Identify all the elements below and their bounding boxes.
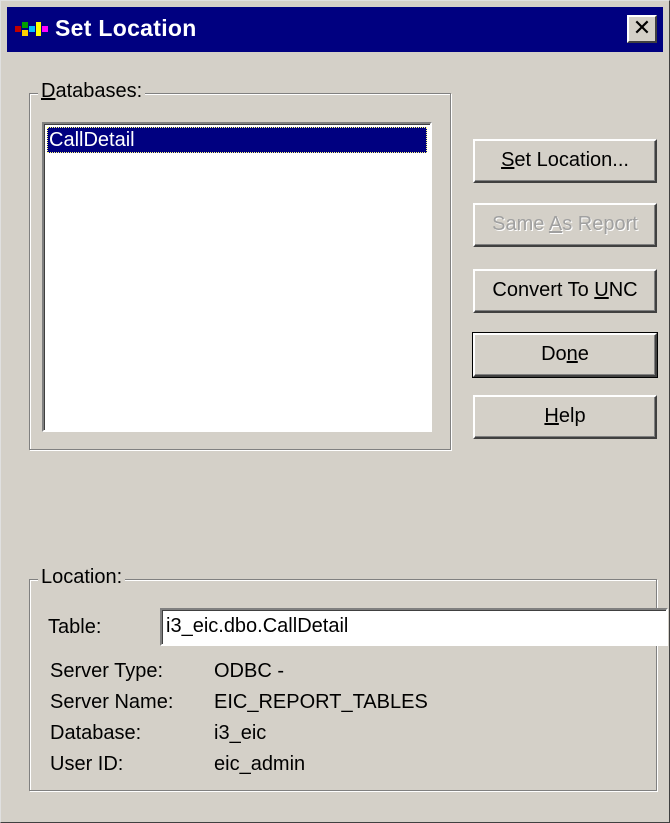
- server-type-value: ODBC -: [214, 660, 284, 682]
- database-label: Database:: [50, 722, 142, 744]
- table-label: Table:: [48, 616, 102, 638]
- close-icon: ✕: [632, 15, 652, 40]
- server-name-label: Server Name:: [50, 691, 174, 713]
- location-label: Location:: [38, 566, 126, 589]
- location-group: Location: Table: i3_eic.dbo.CallDetail S…: [29, 566, 668, 791]
- title-bar[interactable]: Set Location ✕: [7, 7, 663, 52]
- server-type-label: Server Type:: [50, 660, 164, 682]
- crystal-reports-app-icon: [15, 22, 48, 36]
- table-input[interactable]: i3_eic.dbo.CallDetail: [160, 608, 668, 646]
- set-location-dialog: Set Location ✕ Databases: CallDetail Set…: [0, 0, 670, 823]
- user-id-label: User ID:: [50, 753, 124, 775]
- convert-to-unc-button[interactable]: Convert To UNC: [473, 269, 657, 313]
- database-value: i3_eic: [214, 722, 267, 744]
- databases-listbox[interactable]: CallDetail: [42, 122, 432, 432]
- set-location-button[interactable]: Set Location...: [473, 139, 657, 183]
- window-title: Set Location: [55, 15, 197, 41]
- user-id-value: eic_admin: [214, 753, 306, 775]
- same-as-report-button[interactable]: Same As Report: [473, 203, 657, 247]
- databases-group: Databases: CallDetail: [29, 80, 451, 450]
- close-button[interactable]: ✕: [627, 15, 657, 43]
- done-button[interactable]: Done: [472, 332, 658, 378]
- help-button[interactable]: Help: [473, 395, 657, 439]
- databases-label: Databases:: [38, 80, 146, 103]
- list-item-calldetail[interactable]: CallDetail: [47, 127, 427, 153]
- server-name-value: EIC_REPORT_TABLES: [214, 691, 428, 713]
